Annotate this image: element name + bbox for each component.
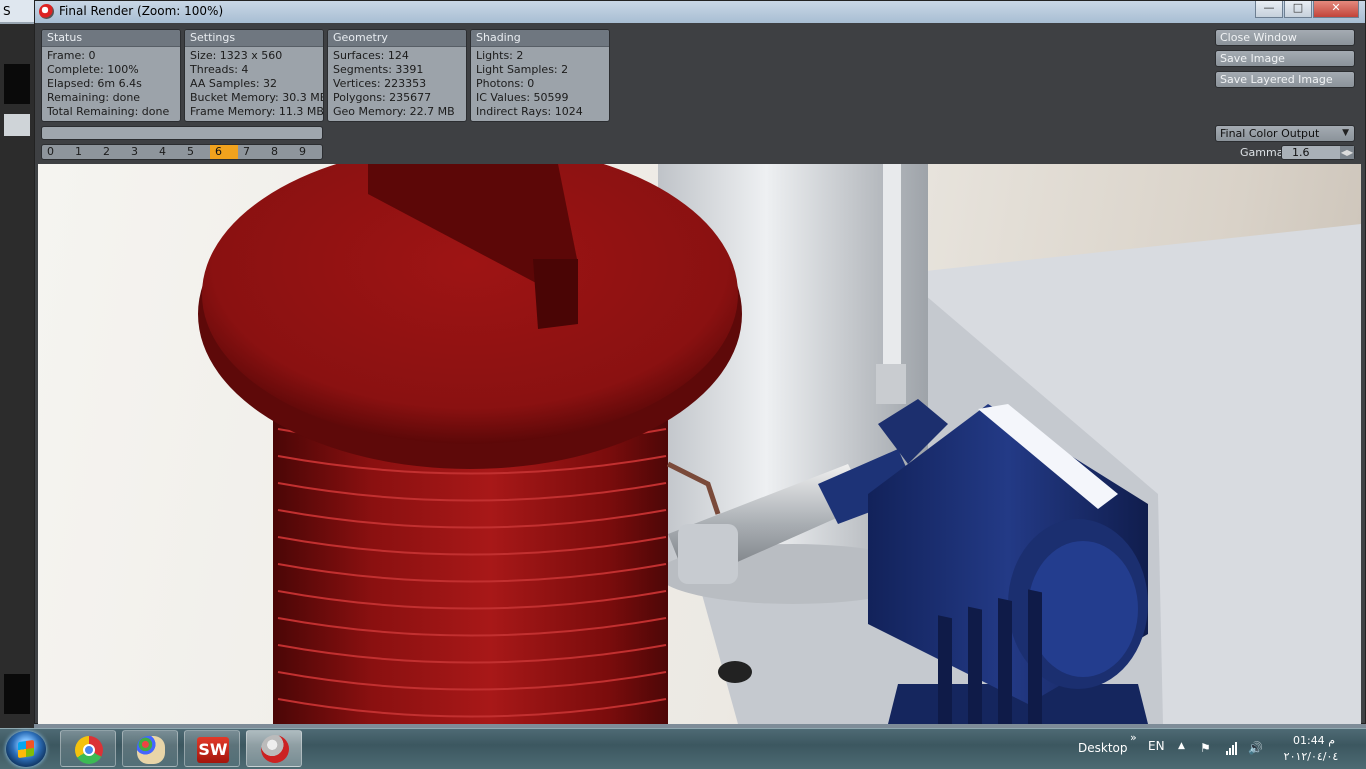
close-button[interactable]: ✕ [1313, 1, 1359, 18]
shading-lights: Lights: 2 [476, 49, 524, 62]
status-elapsed: Elapsed: 6m 6.4s [47, 77, 142, 90]
clock-date[interactable]: ٢٠١٢/٠٤/٠٤ [1280, 750, 1342, 763]
minimize-button[interactable]: — [1255, 1, 1283, 18]
photoview-render-icon [261, 735, 289, 763]
chevron-right-icon[interactable]: » [1130, 731, 1137, 744]
geometry-surfaces: Surfaces: 124 [333, 49, 409, 62]
gamma-input[interactable]: 1.6 ◀▶ [1281, 145, 1355, 160]
shading-light-samples: Light Samples: 2 [476, 63, 569, 76]
status-frame: Frame: 0 [47, 49, 96, 62]
save-image-button[interactable]: Save Image [1215, 50, 1355, 67]
mount-hole [718, 661, 752, 683]
frame-tab-9[interactable]: 9 [294, 145, 322, 159]
window-title: Final Render (Zoom: 100%) [59, 4, 224, 18]
settings-box: Settings Size: 1323 x 560 Threads: 4 AA … [184, 29, 324, 122]
background-tile [4, 674, 30, 714]
shading-ic-values: IC Values: 50599 [476, 91, 569, 104]
spinner-arrows-icon[interactable]: ◀▶ [1340, 146, 1354, 159]
background-app-strip [0, 24, 34, 728]
shaft-coupler [678, 524, 738, 584]
clock-time[interactable]: 01:44 م [1290, 734, 1338, 747]
solidworks-icon: SW [197, 737, 229, 763]
maximize-button[interactable]: □ [1284, 1, 1312, 18]
chevron-down-icon: ▼ [1342, 128, 1349, 138]
shading-photons: Photons: 0 [476, 77, 535, 90]
gear-hub [1028, 541, 1138, 677]
rod-coupler [876, 364, 906, 404]
shading-indirect-rays: Indirect Rays: 1024 [476, 105, 583, 118]
frame-buffer-tabs: 0 1 2 3 4 5 6 7 8 9 [41, 144, 323, 160]
action-center-icon[interactable]: ⚑ [1200, 741, 1214, 755]
final-render-window: Final Render (Zoom: 100%) — □ ✕ Status F… [34, 0, 1366, 724]
settings-frame-memory: Frame Memory: 11.3 MB [190, 105, 324, 118]
background-tile [4, 114, 30, 136]
background-tile [4, 64, 30, 104]
taskbar-solidworks-render[interactable] [246, 730, 302, 767]
settings-bucket-memory: Bucket Memory: 30.3 MB [190, 91, 324, 104]
title-bar[interactable]: Final Render (Zoom: 100%) — □ ✕ [35, 1, 1365, 23]
geometry-vertices: Vertices: 223353 [333, 77, 427, 90]
geometry-header: Geometry [328, 30, 466, 47]
frame-tab-5[interactable]: 5 [182, 145, 210, 159]
settings-aa-samples: AA Samples: 32 [190, 77, 278, 90]
settings-threads: Threads: 4 [190, 63, 249, 76]
render-progress-bar [41, 126, 323, 140]
desktop-toolbar-label[interactable]: Desktop [1078, 741, 1128, 755]
render-viewport[interactable] [38, 164, 1361, 724]
status-box: Status Frame: 0 Complete: 100% Elapsed: … [41, 29, 181, 122]
show-hidden-icons-icon[interactable]: ▲ [1178, 741, 1185, 751]
render-info-panel: Status Frame: 0 Complete: 100% Elapsed: … [35, 23, 1365, 164]
vertical-rod [883, 164, 901, 384]
output-buffer-select[interactable]: Final Color Output ▼ [1215, 125, 1355, 142]
taskbar: SW Desktop » EN ▲ ⚑ 🔊 01:44 م ٢٠١٢/٠٤/٠٤ [0, 728, 1366, 769]
status-total-remaining: Total Remaining: done [47, 105, 170, 118]
settings-size: Size: 1323 x 560 [190, 49, 283, 62]
close-window-button[interactable]: Close Window [1215, 29, 1355, 46]
paint-icon [137, 736, 165, 764]
status-remaining: Remaining: done [47, 91, 141, 104]
window-controls: — □ ✕ [1254, 1, 1359, 19]
taskbar-chrome[interactable] [60, 730, 116, 767]
frame-tab-2[interactable]: 2 [98, 145, 126, 159]
volume-icon[interactable]: 🔊 [1248, 741, 1263, 755]
frame-tab-3[interactable]: 3 [126, 145, 154, 159]
shading-header: Shading [471, 30, 609, 47]
taskbar-solidworks[interactable]: SW [184, 730, 240, 767]
chrome-icon [75, 736, 103, 764]
frame-tab-4[interactable]: 4 [154, 145, 182, 159]
status-header: Status [42, 30, 180, 47]
status-complete: Complete: 100% [47, 63, 139, 76]
frame-tab-6[interactable]: 6 [210, 145, 238, 159]
language-indicator[interactable]: EN [1148, 739, 1165, 753]
render-app-icon [39, 4, 54, 19]
geometry-box: Geometry Surfaces: 124 Segments: 3391 Ve… [327, 29, 467, 122]
geometry-polygons: Polygons: 235677 [333, 91, 432, 104]
gamma-value: 1.6 [1292, 146, 1310, 159]
windows-logo-icon [18, 739, 34, 759]
frame-tab-8[interactable]: 8 [266, 145, 294, 159]
rendered-image [198, 164, 1361, 724]
taskbar-paint[interactable] [122, 730, 178, 767]
gamma-label: Gamma [1240, 146, 1284, 159]
start-button[interactable] [6, 731, 46, 767]
output-buffer-value: Final Color Output [1220, 127, 1320, 140]
frame-tab-7[interactable]: 7 [238, 145, 266, 159]
frame-tab-0[interactable]: 0 [42, 145, 70, 159]
frame-tab-1[interactable]: 1 [70, 145, 98, 159]
geometry-segments: Segments: 3391 [333, 63, 424, 76]
geometry-geo-memory: Geo Memory: 22.7 MB [333, 105, 455, 118]
background-window-tab[interactable]: S [0, 0, 37, 22]
settings-header: Settings [185, 30, 323, 47]
shading-box: Shading Lights: 2 Light Samples: 2 Photo… [470, 29, 610, 122]
cap-handle-end [533, 259, 578, 329]
network-signal-icon[interactable] [1225, 741, 1239, 755]
save-layered-image-button[interactable]: Save Layered Image [1215, 71, 1355, 88]
